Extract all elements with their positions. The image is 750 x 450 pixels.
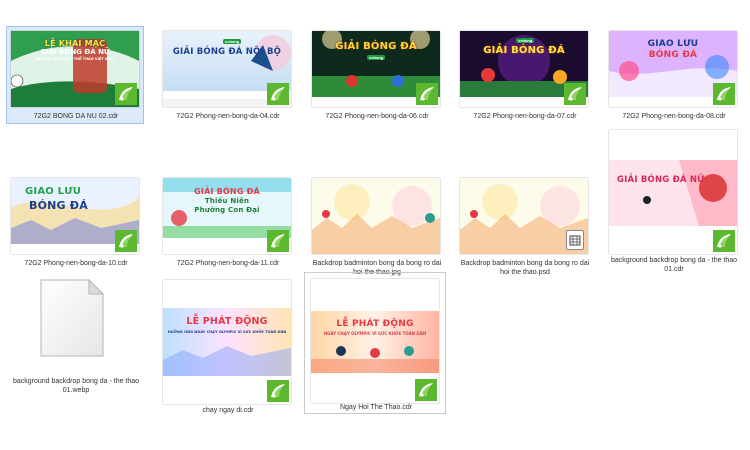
thumb-title: GIẢI BÓNG ĐÁ NỘI BỘ	[172, 47, 282, 57]
thumb-title: Thiếu Niên	[204, 197, 250, 205]
file-thumbnail: LỄ PHÁT ĐỘNG NGÀY CHẠY OLYMPIC VÌ SỨC KH…	[311, 279, 439, 403]
file-name: 72G2 Phong-nen-bong-da-06.cdr	[325, 113, 429, 120]
file-thumbnail: GIẢI BÓNG ĐÁ Thiếu Niên Phường Con Đại	[163, 178, 291, 254]
thumb-subtitle: GIẢI BÓNG ĐÁ NỮ	[40, 48, 110, 56]
brand-label: ovhang	[223, 39, 242, 44]
thumb-title: LỄ KHAI MẠC	[44, 39, 106, 48]
thumb-title: Phường Con Đại	[194, 206, 260, 214]
file-thumbnail	[460, 178, 588, 254]
file-item[interactable]: GIẢI BÓNG ĐÁ Thiếu Niên Phường Con Đại 7…	[158, 173, 296, 271]
file-name: Ngay Hoi The Thao.cdr	[339, 404, 413, 411]
file-thumbnail: LỄ KHAI MẠC GIẢI BÓNG ĐÁ NỮ HƯỞNG ỨNG NG…	[11, 31, 139, 107]
file-name: 72G2 BONG DA NU 02.cdr	[33, 113, 119, 120]
file-name: 72G2 Phong-nen-bong-da-08.cdr	[622, 113, 726, 120]
file-thumbnail: ovhang GIẢI BÓNG ĐÁ NỘI BỘ	[163, 31, 291, 107]
thumb-title: GIAO LƯU	[25, 186, 82, 197]
file-thumbnail: GIẢI BÓNG ĐÁ NỮ	[609, 130, 737, 254]
thumb-subtitle: HƯỞNG ỨNG NGÀY THỂ THAO VIỆT NAM	[35, 57, 115, 61]
thumb-title: GIAO LƯU	[647, 39, 699, 49]
file-thumbnail	[312, 178, 440, 254]
thumb-title: BÓNG ĐÁ	[29, 199, 88, 212]
thumb-subtitle: HƯỞNG ỨNG NGÀY CHẠY OLYMPIC VÌ SỨC KHỎE …	[167, 330, 287, 334]
file-item[interactable]: ovhang GIẢI BÓNG ĐÁ NỘI BỘ 72G2 Phong-ne…	[158, 26, 296, 124]
file-item[interactable]: background backdrop bong da - the thao 0…	[6, 275, 144, 421]
psd-icon	[566, 230, 584, 250]
file-item[interactable]: Backdrop badminton bong da bong ro dai h…	[307, 173, 445, 276]
brand-label: ovhang	[367, 55, 386, 60]
file-item[interactable]: GIẢI BÓNG ĐÁ ovhang 72G2 Phong-nen-bong-…	[307, 26, 445, 124]
brand-label: ovhang	[516, 38, 535, 43]
file-thumbnail: GIẢI BÓNG ĐÁ ovhang	[312, 31, 440, 107]
thumb-title: LỄ PHÁT ĐỘNG	[336, 319, 414, 329]
cdr-icon	[415, 379, 437, 401]
file-item[interactable]: LỄ KHAI MẠC GIẢI BÓNG ĐÁ NỮ HƯỞNG ỨNG NG…	[6, 26, 144, 124]
file-thumbnail: GIAO LƯU BÓNG ĐÁ	[609, 31, 737, 107]
thumb-title: LỄ PHÁT ĐỘNG	[186, 316, 268, 327]
cdr-icon	[713, 83, 735, 105]
cdr-icon	[564, 83, 586, 105]
cdr-icon	[115, 230, 137, 252]
cdr-icon	[713, 230, 735, 252]
cdr-icon	[267, 380, 289, 402]
thumb-title: BÓNG ĐÁ	[648, 50, 698, 60]
cdr-icon	[416, 83, 438, 105]
file-item[interactable]: Backdrop badminton bong da bong ro dai h…	[455, 173, 593, 276]
file-name: 72G2 Phong-nen-bong-da-07.cdr	[473, 113, 577, 120]
file-name: Backdrop badminton bong da bong ro dai h…	[460, 260, 590, 276]
thumb-title: GIẢI BÓNG ĐÁ	[483, 45, 565, 56]
document-icon	[40, 278, 105, 357]
thumb-title: GIẢI BÓNG ĐÁ	[335, 41, 417, 52]
cdr-icon	[115, 83, 137, 105]
file-item[interactable]: LỄ PHÁT ĐỘNG HƯỞNG ỨNG NGÀY CHẠY OLYMPIC…	[158, 275, 296, 421]
file-name: 72G2 Phong-nen-bong-da-10.cdr	[24, 260, 128, 267]
thumb-title: GIẢI BÓNG ĐÁ	[194, 187, 260, 196]
file-thumbnail: LỄ PHÁT ĐỘNG HƯỞNG ỨNG NGÀY CHẠY OLYMPIC…	[163, 280, 291, 404]
file-item[interactable]: GIẢI BÓNG ĐÁ NỮ background backdrop bong…	[604, 125, 742, 273]
file-item[interactable]: GIAO LƯU BÓNG ĐÁ 72G2 Phong-nen-bong-da-…	[604, 26, 742, 124]
file-name: chay ngay di.cdr	[202, 407, 254, 414]
file-thumbnail: GIAO LƯU BÓNG ĐÁ	[11, 178, 139, 254]
cdr-icon	[267, 83, 289, 105]
cdr-icon	[267, 230, 289, 252]
file-name: 72G2 Phong-nen-bong-da-04.cdr	[176, 113, 280, 120]
thumb-title: GIẢI BÓNG ĐÁ NỮ	[617, 175, 705, 185]
file-item[interactable]: LỄ PHÁT ĐỘNG NGÀY CHẠY OLYMPIC VÌ SỨC KH…	[304, 272, 446, 414]
file-item[interactable]: GIAO LƯU BÓNG ĐÁ 72G2 Phong-nen-bong-da-…	[6, 173, 144, 271]
file-name: background backdrop bong da - the thao 0…	[12, 378, 140, 394]
thumb-subtitle: NGÀY CHẠY OLYMPIC VÌ SỨC KHỎE TOÀN DÂN	[323, 331, 427, 336]
file-name: background backdrop bong da - the thao 0…	[610, 257, 738, 273]
file-thumbnail: ovhang GIẢI BÓNG ĐÁ	[460, 31, 588, 107]
file-item[interactable]: ovhang GIẢI BÓNG ĐÁ 72G2 Phong-nen-bong-…	[455, 26, 593, 124]
file-name: 72G2 Phong-nen-bong-da-11.cdr	[176, 260, 280, 267]
